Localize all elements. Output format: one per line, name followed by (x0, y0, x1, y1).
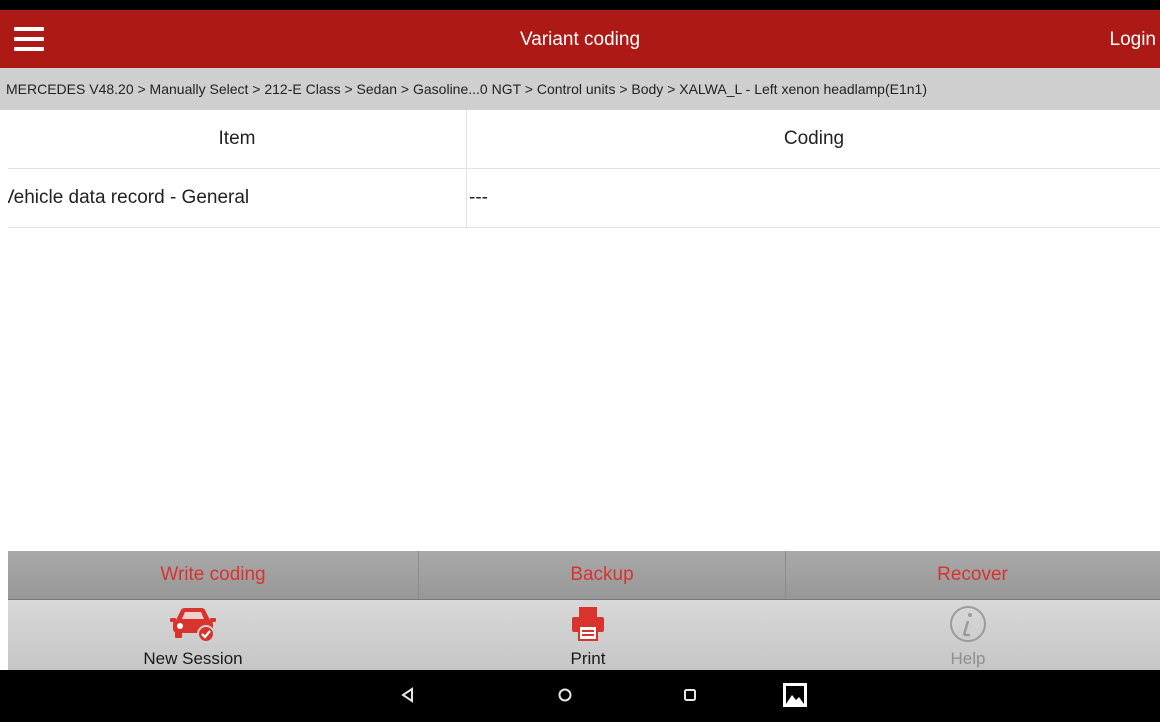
help-label: Help (950, 649, 986, 668)
write-coding-button[interactable]: Write coding (8, 551, 418, 599)
back-triangle-icon[interactable] (398, 685, 418, 705)
action-bar: Write coding Backup Recover (8, 551, 1160, 600)
backup-button[interactable]: Backup (418, 551, 786, 599)
column-header-coding: Coding (466, 110, 1160, 168)
printer-icon (572, 607, 604, 641)
page-title: Variant coding (519, 29, 641, 50)
help-button[interactable]: Help (903, 600, 1033, 670)
print-button[interactable]: Print (523, 600, 653, 670)
item-cell: Vehicle data record - General (8, 187, 250, 208)
table-row[interactable]: Vehicle data record - General --- (8, 169, 1160, 228)
new-session-label: New Session (143, 649, 243, 668)
system-nav-bar (0, 670, 1160, 722)
recents-square-icon[interactable] (680, 685, 700, 705)
recover-button[interactable]: Recover (785, 551, 1160, 599)
status-strip (0, 0, 1160, 10)
gallery-icon[interactable] (782, 682, 808, 708)
home-circle-icon[interactable] (555, 685, 575, 705)
table-header: Item Coding (8, 110, 1160, 169)
info-icon (950, 606, 986, 642)
breadcrumb: MERCEDES V48.20 > Manually Select > 212-… (0, 68, 1160, 110)
new-session-button[interactable]: New Session (128, 600, 258, 670)
coding-cell: --- (466, 169, 1160, 227)
coding-table: Item Coding Vehicle data record - Genera… (8, 110, 1160, 228)
bottom-toolbar: New Session Print Help (8, 600, 1160, 670)
print-label: Print (570, 649, 606, 668)
app-header: Variant coding Login (0, 10, 1160, 68)
column-header-item: Item (218, 128, 256, 149)
login-button[interactable]: Login (1110, 29, 1157, 51)
car-icon (170, 608, 216, 643)
